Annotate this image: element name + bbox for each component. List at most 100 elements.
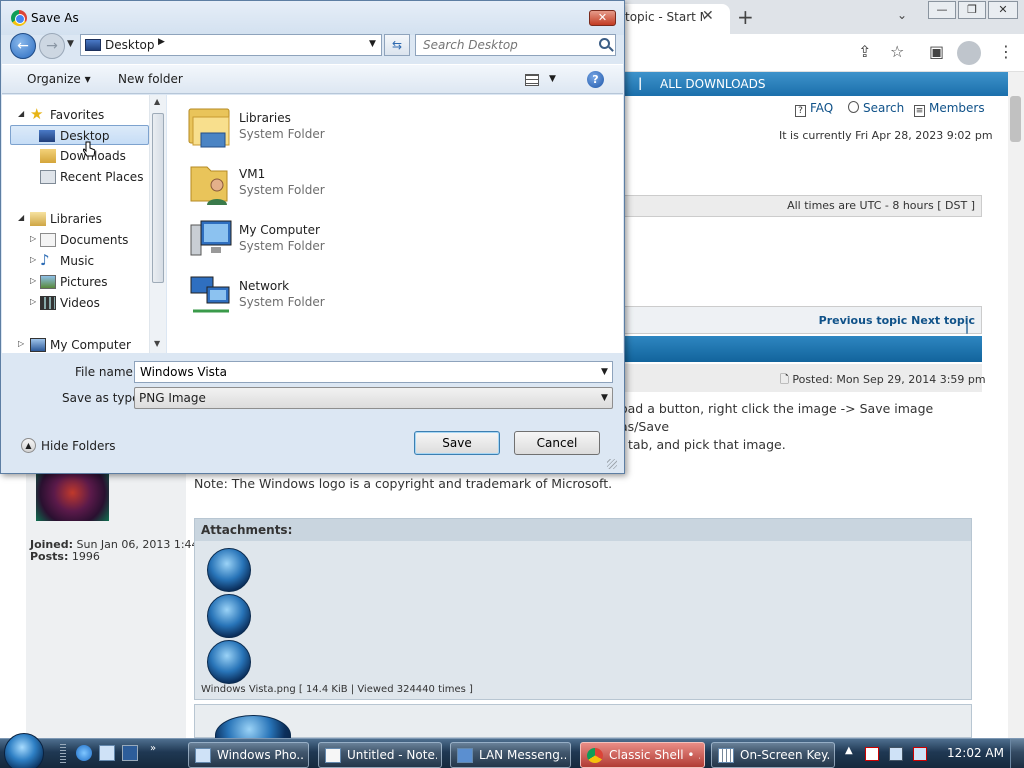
nav-item-my-computer[interactable]: ▷ My Computer	[2, 335, 149, 353]
back-button[interactable]: ←	[10, 33, 36, 59]
taskbar-button-notepad[interactable]: Untitled - Note...	[318, 742, 442, 768]
expand-arrow-icon[interactable]: ▷	[30, 297, 36, 306]
nav-pane-scrollbar[interactable]: ▲ ▼	[149, 95, 166, 353]
resize-grip[interactable]	[607, 459, 617, 469]
dialog-title: Save As	[31, 11, 79, 25]
dialog-title-bar[interactable]: Save As ✕	[1, 1, 624, 35]
members-link[interactable]: ≡ Members	[914, 101, 985, 117]
minimize-button[interactable]: —	[928, 1, 956, 19]
address-text[interactable]: Desktop	[105, 38, 155, 52]
file-item-network[interactable]: Network System Folder	[187, 271, 487, 323]
file-name-dropdown-icon[interactable]: ▼	[601, 367, 608, 377]
browser-menu-icon[interactable]: ⋮	[998, 42, 1014, 61]
all-downloads-link[interactable]: ALL DOWNLOADS	[660, 77, 765, 91]
collapse-arrow-icon[interactable]: ◢	[18, 213, 24, 222]
forward-button[interactable]: →	[39, 33, 65, 59]
close-window-button[interactable]: ✕	[988, 1, 1018, 19]
save-button[interactable]: Save	[414, 431, 500, 455]
bookmark-star-icon[interactable]: ☆	[890, 42, 904, 61]
share-icon[interactable]: ⇪	[858, 42, 871, 61]
volume-muted-icon[interactable]	[913, 747, 927, 761]
nav-item-documents[interactable]: ▷ Documents	[2, 230, 149, 250]
address-bar[interactable]: Desktop ▶ ▼	[80, 34, 382, 56]
file-item-my-computer[interactable]: My Computer System Folder	[187, 215, 487, 267]
faq-label: FAQ	[810, 101, 834, 115]
nav-item-music[interactable]: ▷ ♪ Music	[2, 251, 149, 271]
refresh-button[interactable]: ⇆	[384, 34, 410, 56]
view-dropdown-icon[interactable]: ▼	[549, 74, 556, 84]
taskbar-label: Untitled - Note...	[347, 748, 437, 762]
new-tab-button[interactable]: +	[737, 5, 754, 29]
search-label: Search	[863, 101, 905, 115]
nav-item-libraries[interactable]: ◢ Libraries	[2, 209, 149, 229]
nav-item-pictures[interactable]: ▷ Pictures	[2, 272, 149, 292]
nav-item-favorites[interactable]: ◢ ★ Favorites	[2, 105, 149, 125]
user-avatar[interactable]	[36, 474, 109, 521]
nav-item-desktop[interactable]: Desktop	[10, 125, 149, 145]
nav-item-downloads[interactable]: Downloads	[2, 146, 149, 166]
quick-launch-grip[interactable]	[60, 744, 66, 764]
file-name-input[interactable]	[135, 362, 595, 382]
system-tray: ▲ 12:02 AM	[843, 739, 1024, 768]
search-link[interactable]: Search	[848, 101, 904, 115]
switch-windows-icon[interactable]	[122, 745, 138, 761]
clock[interactable]: 12:02 AM	[947, 746, 1004, 760]
previous-topic-link[interactable]: Previous topic	[819, 314, 908, 327]
internet-explorer-icon[interactable]	[76, 745, 92, 761]
side-panel-icon[interactable]: ▣	[929, 42, 944, 61]
windows-logo-image[interactable]	[207, 548, 251, 592]
taskbar-button-windows-photo[interactable]: Windows Pho...	[188, 742, 309, 768]
file-item-libraries[interactable]: Libraries System Folder	[187, 103, 487, 155]
scroll-up-icon[interactable]: ▲	[154, 97, 160, 106]
view-options-icon[interactable]	[525, 74, 539, 86]
show-hidden-icons-icon[interactable]: ▲	[845, 745, 853, 756]
help-icon[interactable]: ?	[587, 71, 604, 88]
cancel-button[interactable]: Cancel	[514, 431, 600, 455]
show-desktop-button[interactable]	[1010, 739, 1024, 768]
faq-link[interactable]: ? FAQ	[795, 101, 833, 117]
address-dropdown-icon[interactable]: ▼	[369, 39, 376, 49]
search-box[interactable]	[415, 34, 616, 56]
hide-folders-button[interactable]: Hide Folders	[41, 439, 116, 453]
dialog-close-button[interactable]: ✕	[589, 10, 616, 26]
start-button[interactable]	[4, 733, 44, 768]
action-center-icon[interactable]	[865, 747, 879, 761]
page-scrollbar-thumb[interactable]	[1010, 96, 1021, 142]
windows-logo-image[interactable]	[207, 640, 251, 684]
show-desktop-icon[interactable]	[99, 745, 115, 761]
collapse-arrow-icon[interactable]: ◢	[18, 109, 24, 118]
nav-item-videos[interactable]: ▷ Videos	[2, 293, 149, 313]
history-dropdown-icon[interactable]: ▼	[67, 39, 74, 49]
expand-arrow-icon[interactable]: ▷	[30, 276, 36, 285]
windows-logo-image[interactable]	[207, 594, 251, 638]
network-tray-icon[interactable]	[889, 747, 903, 761]
save-type-label: Save as type:	[62, 391, 144, 405]
new-folder-button[interactable]: New folder	[118, 72, 183, 86]
expand-arrow-icon[interactable]: ▷	[30, 234, 36, 243]
scroll-down-icon[interactable]: ▼	[154, 339, 160, 348]
file-name-field[interactable]: ▼	[134, 361, 613, 383]
taskbar-button-on-screen-keyboard[interactable]: On-Screen Key...	[711, 742, 835, 768]
nav-item-recent-places[interactable]: Recent Places	[2, 167, 149, 187]
page-scrollbar[interactable]	[1008, 72, 1024, 738]
hide-folders-icon[interactable]: ▲	[21, 438, 36, 453]
tab-search-chevron-icon[interactable]: ⌄	[897, 8, 907, 22]
expand-arrow-icon[interactable]: ▷	[30, 255, 36, 264]
expand-arrow-icon[interactable]: ▷	[18, 339, 24, 348]
save-type-dropdown-icon[interactable]: ▼	[601, 393, 608, 403]
attachment-box-2	[194, 704, 972, 755]
hand-cursor-icon	[83, 141, 95, 157]
taskbar-button-classic-shell[interactable]: Classic Shell • ...	[580, 742, 705, 768]
nav-scrollbar-thumb[interactable]	[152, 113, 164, 283]
save-type-select[interactable]: PNG Image ▼	[134, 387, 613, 409]
maximize-button[interactable]: ❐	[958, 1, 986, 19]
file-item-vm1[interactable]: VM1 System Folder	[187, 159, 487, 211]
taskbar-button-lan-messenger[interactable]: LAN Messeng...	[450, 742, 571, 768]
breadcrumb-arrow-icon[interactable]: ▶	[158, 37, 165, 47]
profile-avatar[interactable]	[957, 41, 981, 65]
quick-launch-more-icon[interactable]: »	[150, 743, 156, 754]
tab-close-icon[interactable]: ✕	[702, 8, 714, 24]
search-input[interactable]	[416, 35, 591, 55]
organize-button[interactable]: Organize ▾	[27, 72, 91, 86]
search-icon[interactable]	[599, 38, 610, 49]
